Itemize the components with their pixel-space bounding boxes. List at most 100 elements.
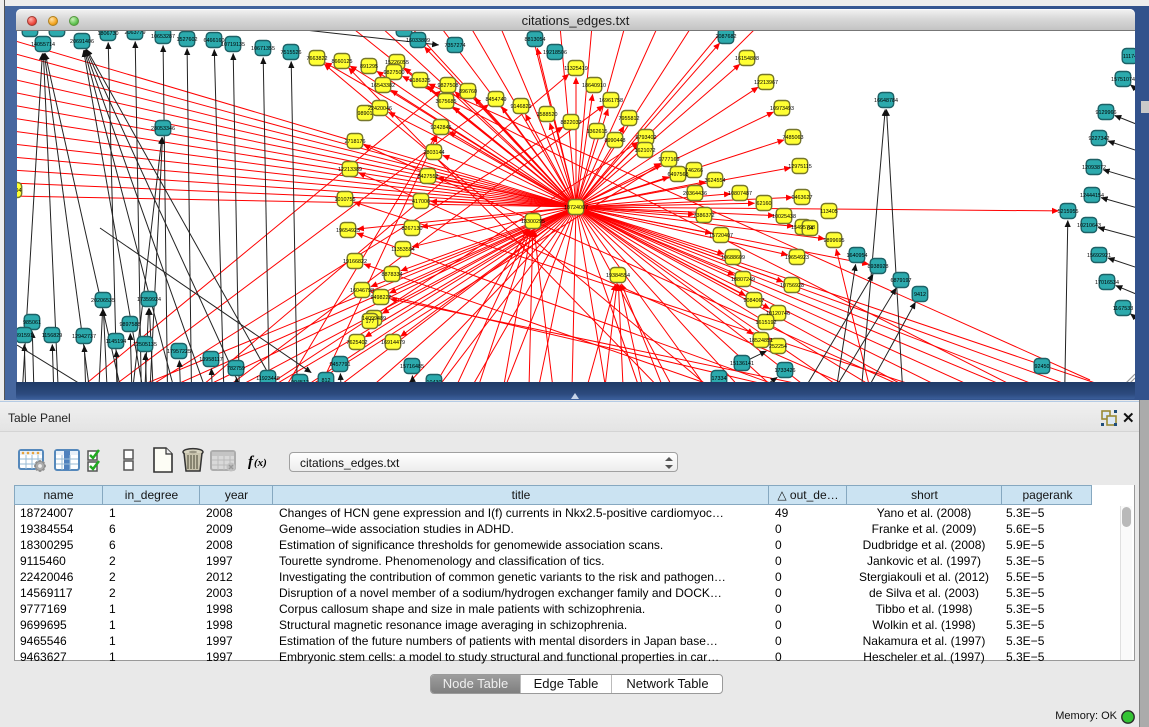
svg-text:1621072: 1621072 <box>635 148 656 154</box>
svg-text:15692921: 15692921 <box>1087 253 1111 259</box>
svg-text:10756928: 10756928 <box>780 283 804 289</box>
svg-text:18807249: 18807249 <box>731 277 755 283</box>
svg-text:16033809: 16033809 <box>406 38 430 44</box>
svg-text:17957225: 17957225 <box>167 349 191 355</box>
svg-text:3624554: 3624554 <box>705 178 726 184</box>
svg-text:746266: 746266 <box>685 168 703 174</box>
svg-text:8427552: 8427552 <box>418 174 439 180</box>
svg-text:16046798: 16046798 <box>350 288 374 294</box>
svg-text:28053346: 28053346 <box>151 126 175 132</box>
svg-text:9827500: 9827500 <box>384 70 405 76</box>
svg-text:9227342: 9227342 <box>1089 136 1110 142</box>
svg-text:2087682: 2087682 <box>716 34 737 40</box>
svg-text:84: 84 <box>807 226 813 232</box>
svg-text:20691406: 20691406 <box>70 39 94 45</box>
svg-text:(x): (x) <box>254 457 267 469</box>
svg-text:391591: 391591 <box>17 333 33 339</box>
svg-text:417006: 417006 <box>412 199 430 205</box>
svg-text:1010755: 1010755 <box>335 197 356 203</box>
svg-text:2803144: 2803144 <box>424 150 445 156</box>
svg-text:1615192: 1615192 <box>756 320 777 326</box>
svg-text:9084067: 9084067 <box>744 298 765 304</box>
svg-text:16961758: 16961758 <box>599 98 623 104</box>
svg-text:1640954: 1640954 <box>847 253 868 259</box>
svg-text:10120746: 10120746 <box>766 311 790 317</box>
svg-text:9827508: 9827508 <box>438 83 459 89</box>
svg-text:15136141: 15136141 <box>730 361 754 367</box>
svg-text:20206535: 20206535 <box>91 298 115 304</box>
svg-text:8878334: 8878334 <box>382 272 403 278</box>
svg-text:8813054: 8813054 <box>525 37 546 43</box>
svg-text:98901: 98901 <box>358 111 373 117</box>
svg-text:16154808: 16154808 <box>735 56 759 62</box>
svg-text:1603381: 1603381 <box>394 31 415 33</box>
svg-text:16648784: 16648784 <box>874 98 898 104</box>
svg-text:10958117: 10958117 <box>199 357 223 363</box>
svg-text:9463627: 9463627 <box>792 195 813 201</box>
svg-text:8454749: 8454749 <box>486 97 507 103</box>
svg-text:10973493: 10973493 <box>770 106 794 112</box>
svg-text:7485063: 7485063 <box>783 135 804 141</box>
svg-text:9146821: 9146821 <box>511 104 532 110</box>
svg-text:7515526: 7515526 <box>281 50 302 56</box>
svg-text:15751074: 15751074 <box>1111 77 1135 83</box>
svg-text:6879197: 6879197 <box>891 278 912 284</box>
svg-text:2718176: 2718176 <box>345 139 366 145</box>
svg-text:7386372: 7386372 <box>694 213 715 219</box>
svg-text:62160: 62160 <box>757 201 772 207</box>
svg-text:12213389: 12213389 <box>338 167 362 173</box>
svg-text:9897588: 9897588 <box>120 322 141 328</box>
svg-text:10025438: 10025438 <box>772 214 796 220</box>
svg-text:10210643: 10210643 <box>1077 223 1101 229</box>
svg-text:9412: 9412 <box>914 292 926 298</box>
svg-text:2063779: 2063779 <box>125 31 146 36</box>
svg-text:7955812: 7955812 <box>619 116 640 122</box>
svg-text:12213967: 12213967 <box>754 80 778 86</box>
svg-text:18640910: 18640910 <box>582 83 606 89</box>
svg-text:17016534: 17016534 <box>1095 280 1119 286</box>
svg-text:19384554: 19384554 <box>606 273 630 279</box>
svg-text:19218506: 19218506 <box>543 50 567 56</box>
svg-text:15720407: 15720407 <box>709 233 733 239</box>
svg-text:896760: 896760 <box>459 89 477 95</box>
svg-text:18724007: 18724007 <box>564 205 588 211</box>
svg-text:18612974: 18612974 <box>18 31 42 33</box>
svg-text:177: 177 <box>366 319 375 325</box>
svg-text:6793402: 6793402 <box>636 135 657 141</box>
svg-text:12942737: 12942737 <box>72 334 96 340</box>
svg-text:1588520: 1588520 <box>537 112 558 118</box>
svg-text:7663822: 7663822 <box>307 56 328 62</box>
svg-text:19654925: 19654925 <box>336 228 360 234</box>
svg-text:252254: 252254 <box>769 344 787 350</box>
svg-text:10688609: 10688609 <box>721 255 745 261</box>
svg-text:1733426: 1733426 <box>775 368 796 374</box>
svg-text:9777169: 9777169 <box>659 157 680 163</box>
svg-text:7625402: 7625402 <box>347 340 368 346</box>
svg-text:9242845: 9242845 <box>431 125 452 131</box>
svg-text:1806730: 1806730 <box>98 31 119 37</box>
svg-text:11174: 11174 <box>1123 54 1135 60</box>
svg-text:15226055: 15226055 <box>385 60 409 66</box>
svg-text:5215955: 5215955 <box>1058 209 1079 215</box>
svg-text:1145194: 1145194 <box>106 339 127 345</box>
svg-text:15716485: 15716485 <box>400 364 424 370</box>
svg-text:19166822: 19166822 <box>343 259 367 265</box>
svg-text:18300295: 18300295 <box>521 219 545 225</box>
svg-text:92450: 92450 <box>1035 364 1050 370</box>
svg-text:19654923: 19654923 <box>785 255 809 261</box>
svg-text:9129966: 9129966 <box>1096 110 1117 116</box>
svg-text:14055714: 14055714 <box>31 42 55 48</box>
svg-text:20364436: 20364436 <box>683 191 707 197</box>
svg-text:985061: 985061 <box>23 320 41 326</box>
svg-text:16914479: 16914479 <box>381 340 405 346</box>
svg-text:113405: 113405 <box>820 209 838 215</box>
svg-text:16543382: 16543382 <box>371 83 395 89</box>
svg-text:891295: 891295 <box>360 64 378 70</box>
svg-text:1527602: 1527602 <box>177 37 198 43</box>
svg-text:10719135: 10719135 <box>221 42 245 48</box>
svg-text:10807487: 10807487 <box>728 191 752 197</box>
svg-text:1362615: 1362615 <box>587 129 608 135</box>
svg-text:10653287: 10653287 <box>151 34 175 40</box>
svg-text:782759: 782759 <box>227 366 245 372</box>
svg-text:53594: 53594 <box>17 188 22 194</box>
